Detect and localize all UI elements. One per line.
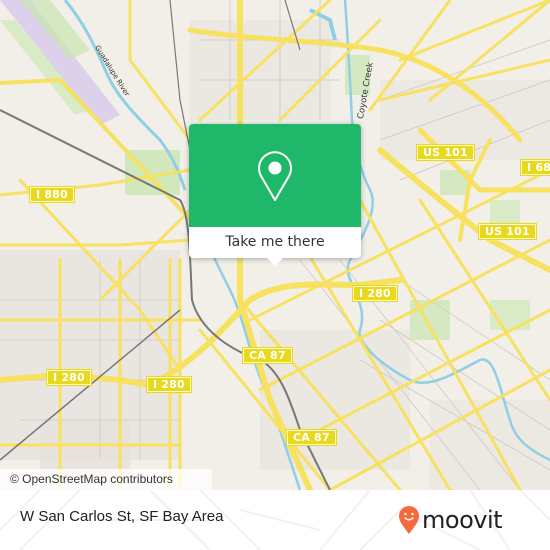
map-attribution[interactable]: © OpenStreetMap contributors xyxy=(0,469,212,490)
highway-shield-us101: US 101 xyxy=(416,144,475,161)
take-me-there-button[interactable]: Take me there xyxy=(189,227,361,258)
popup-arrow xyxy=(267,258,283,266)
highway-shield-ca87: CA 87 xyxy=(286,429,337,446)
moovit-logo[interactable]: moovit xyxy=(398,503,503,537)
moovit-wordmark: moovit xyxy=(422,506,503,534)
moovit-pin-icon xyxy=(399,506,419,534)
location-popup: Take me there xyxy=(189,124,361,266)
highway-shield-i280: I 280 xyxy=(352,285,398,302)
highway-shield-i280: I 280 xyxy=(46,369,92,386)
popup-header[interactable] xyxy=(189,124,361,227)
footer: W San Carlos St, SF Bay Area moovit xyxy=(0,490,550,550)
location-title: W San Carlos St, SF Bay Area xyxy=(20,508,224,525)
highway-shield-us101: US 101 xyxy=(478,223,537,240)
highway-shield-i680: I 680 xyxy=(520,159,550,176)
highway-shield-i280: I 280 xyxy=(146,376,192,393)
highway-shield-i880: I 880 xyxy=(29,186,75,203)
location-pin-icon xyxy=(258,150,292,201)
highway-shield-ca87: CA 87 xyxy=(242,347,293,364)
map[interactable]: I 880 US 101 I 680 US 101 I 280 CA 87 I … xyxy=(0,0,550,490)
